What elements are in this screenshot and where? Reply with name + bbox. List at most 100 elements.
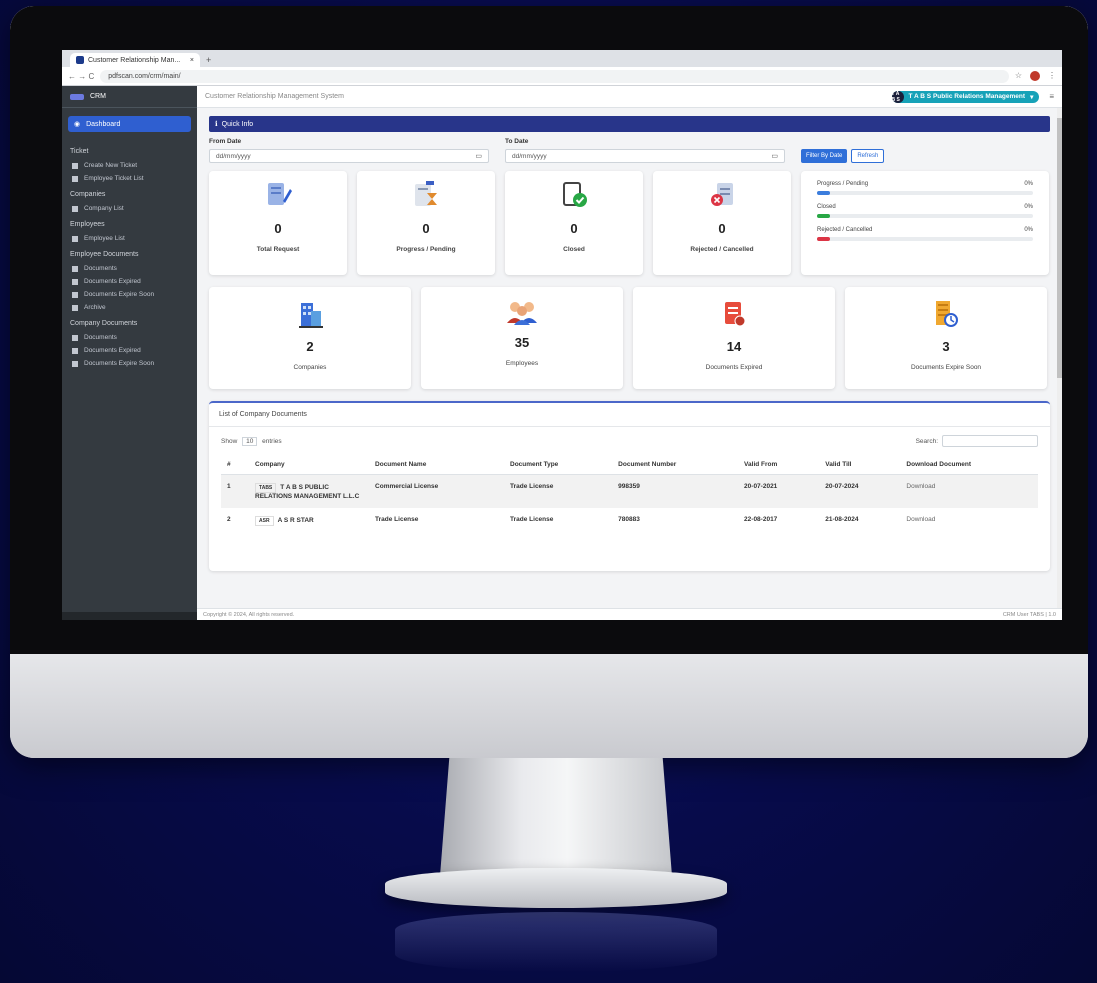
table-title: List of Company Documents [209,403,1050,427]
progress-percent: 0% [1024,227,1033,233]
sidebar-sections: Ticket Create New Ticket Employee Ticket L… [62,142,197,370]
download-link[interactable]: Download [900,508,1038,534]
document-name: Commercial License [369,474,505,508]
document-name: Trade License [375,516,419,523]
document-type: Trade License [510,516,554,523]
sidebar-section-header: Employee Documents [70,251,139,258]
sidebar-item[interactable]: Create New Ticket [62,159,197,172]
browser-menu-icon[interactable]: ⋮ [1048,71,1056,81]
new-tab-button[interactable]: + [206,55,211,65]
sidebar-item[interactable]: Archive [62,301,197,314]
progress-label: Closed [817,204,836,210]
sidebar-item[interactable]: Documents [62,331,197,344]
from-date-placeholder: dd/mm/yyyy [216,152,251,160]
download-link[interactable]: Download [900,474,1038,508]
stat-value: 3 [942,339,950,354]
request-icon [268,183,292,205]
sidebar-item[interactable]: Documents Expire Soon [62,288,197,301]
entries-select[interactable]: 10 [242,436,258,446]
sidebar-item[interactable]: Documents [62,262,197,275]
profile-avatar[interactable] [1030,71,1040,81]
table-row: 1 TABS T A B S PUBLIC RELATIONS MANAGEMEN… [221,474,1038,508]
monitor-stand [440,758,672,876]
progress-track [817,237,1033,241]
info-icon: ℹ [215,121,218,128]
monitor-chin [10,654,1088,758]
sidebar-item-label: Documents Expire Soon [84,291,155,298]
sidebar-item-label: Create New Ticket [84,162,138,169]
sidebar-section-header: Companies [70,191,106,198]
search-input[interactable] [942,435,1038,447]
company-cell: ASR A S R STAR [249,508,369,534]
calendar-icon[interactable]: ▭ [475,152,482,160]
browser-nav-buttons[interactable]: ← → C [68,72,94,81]
sidebar-item[interactable]: Employee Ticket List [62,172,197,185]
to-date-input[interactable]: dd/mm/yyyy ▭ [505,149,785,163]
version: CRM User TABS | 1.0 [1002,611,1056,618]
url-field[interactable]: pdfscan.com/crm/main/ [100,69,1009,83]
stat-card-documents-expired[interactable]: 14 Documents Expired [633,287,835,389]
page-scrollbar[interactable] [1057,108,1062,608]
progress-fill [817,237,830,241]
stat-card-progress-pending[interactable]: 0 Progress / Pending [357,171,495,275]
sidebar-item[interactable]: Employee List [62,232,197,245]
brand[interactable]: CRM [62,86,197,108]
stat-card-total-request[interactable]: 0 Total Request [209,171,347,275]
valid-from: 22-08-2017 [744,516,778,523]
copyright: Copyright © 2024, All rights reserved. [203,611,295,618]
column-header[interactable]: # [221,455,250,475]
progress-label: Rejected / Cancelled [817,227,873,233]
column-header[interactable]: Download Document [900,455,1038,475]
company-selector[interactable]: T A B S T A B S Public Relations Managem… [891,90,1040,103]
to-date-placeholder: dd/mm/yyyy [512,152,547,160]
sidebar-item[interactable]: Documents Expired [62,344,197,357]
stat-card-employees[interactable]: 35 Employees [421,287,623,389]
sidebar-item-label: Dashboard [86,120,121,128]
calendar-icon[interactable]: ▭ [771,152,778,160]
tab-close-icon[interactable]: × [190,57,194,64]
sidebar-item[interactable]: Documents Expire Soon [62,357,197,370]
column-header[interactable]: Company [249,455,370,475]
stat-card-documents-expire-soon[interactable]: 3 Documents Expire Soon [845,287,1047,389]
page-footer: Copyright © 2024, All rights reserved. C… [197,608,1062,620]
progress-track [817,191,1033,195]
sidebar-item[interactable]: Documents Expired [62,275,197,288]
stat-label: Employees [505,360,539,367]
stat-card-companies[interactable]: 2 Companies [209,287,411,389]
scrollbar-thumb[interactable] [1057,118,1062,378]
stat-card-rejected-cancelled[interactable]: 0 Rejected / Cancelled [653,171,791,275]
stat-value: 14 [726,339,742,354]
stat-value: 2 [306,339,314,354]
browser-tab[interactable]: Customer Relationship Man... × [70,53,200,67]
extensions-icon[interactable]: ☆ [1015,71,1022,81]
sidebar-footer [62,612,197,620]
from-date-input[interactable]: dd/mm/yyyy ▭ [209,149,489,163]
stat-label: Documents Expired [705,364,763,371]
sidebar-item-label: Archive [84,304,106,311]
column-header[interactable]: Valid Till [819,455,901,475]
app: CRM ◉ Dashboard Ticket Create New Ticket E… [62,86,1062,620]
valid-till: 21-08-2024 [825,516,859,523]
column-header[interactable]: Document Type [504,455,613,475]
column-header[interactable]: Document Name [369,455,505,475]
rejected-document-icon [711,183,733,206]
stat-card-closed[interactable]: 0 Closed [505,171,643,275]
filter-by-date-button[interactable]: Filter By Date [801,149,848,163]
column-header[interactable]: Document Number [612,455,739,475]
document-icon [72,360,78,367]
stat-value: 0 [274,221,282,236]
refresh-button[interactable]: Refresh [851,149,885,163]
menu-icon[interactable]: ≡ [1049,92,1054,101]
stat-label: Documents Expire Soon [910,364,982,371]
stat-label: Progress / Pending [396,246,456,253]
monitor: Customer Relationship Man... × + ← → C p… [10,6,1088,758]
ticket-stats: 0 Total Request 0 Progress / Pending 0 C… [209,171,1050,275]
column-header[interactable]: Valid From [738,455,820,475]
dashboard-content: ℹ Quick Info From Date dd/mm/yyyy ▭ To D… [197,108,1062,571]
sidebar-item[interactable]: Company List [62,202,197,215]
ticket-progress-card: Progress / Pending 0% Closed 0% Rejected /… [801,171,1049,275]
to-date-group: To Date dd/mm/yyyy ▭ [505,138,785,163]
show-label: Show [221,437,238,445]
documents-table: # Company Document Name Document Type Do… [221,455,1038,534]
sidebar-item-dashboard[interactable]: ◉ Dashboard [68,116,191,132]
